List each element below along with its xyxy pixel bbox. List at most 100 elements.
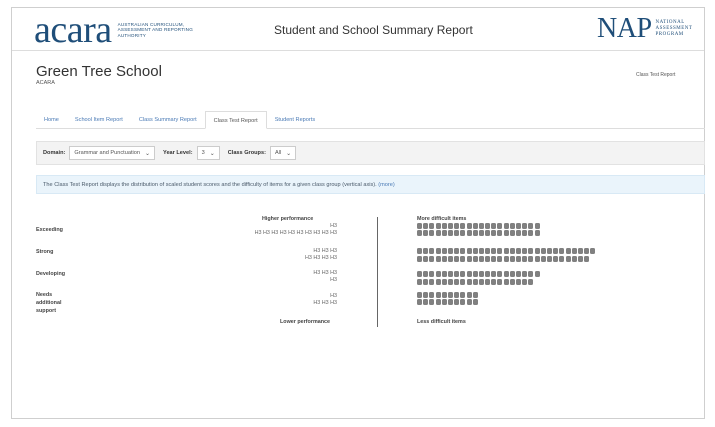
item-marker[interactable]	[441, 279, 447, 285]
current-report-link[interactable]: Class Test Report	[636, 72, 675, 78]
item-marker[interactable]	[528, 256, 534, 262]
item-marker[interactable]	[478, 248, 484, 254]
item-marker[interactable]	[429, 299, 435, 305]
item-marker[interactable]	[435, 223, 441, 229]
item-marker[interactable]	[435, 279, 441, 285]
item-marker[interactable]	[441, 230, 447, 236]
item-marker[interactable]	[417, 230, 422, 236]
item-marker[interactable]	[485, 256, 491, 262]
item-marker[interactable]	[447, 230, 453, 236]
item-marker[interactable]	[485, 279, 491, 285]
item-marker[interactable]	[447, 292, 453, 298]
item-marker[interactable]	[478, 279, 484, 285]
item-marker[interactable]	[466, 256, 472, 262]
item-marker[interactable]	[429, 292, 435, 298]
item-marker[interactable]	[540, 256, 546, 262]
item-marker[interactable]	[509, 223, 515, 229]
year-level-select[interactable]: 3 ⌄	[196, 146, 220, 160]
class-groups-select[interactable]: All ⌄	[269, 146, 297, 160]
item-marker[interactable]	[454, 256, 460, 262]
item-marker[interactable]	[454, 279, 460, 285]
item-marker[interactable]	[454, 223, 460, 229]
item-marker[interactable]	[460, 223, 466, 229]
item-marker[interactable]	[441, 271, 447, 277]
item-marker[interactable]	[584, 248, 590, 254]
item-marker[interactable]	[571, 248, 577, 254]
item-marker[interactable]	[472, 292, 478, 298]
item-marker[interactable]	[553, 248, 559, 254]
item-marker[interactable]	[472, 230, 478, 236]
item-marker[interactable]	[423, 299, 429, 305]
more-link[interactable]: (more)	[378, 182, 394, 188]
item-marker[interactable]	[528, 248, 534, 254]
item-marker[interactable]	[447, 256, 453, 262]
item-marker[interactable]	[466, 223, 472, 229]
item-marker[interactable]	[417, 299, 422, 305]
item-marker[interactable]	[472, 223, 478, 229]
item-marker[interactable]	[509, 230, 515, 236]
item-marker[interactable]	[454, 230, 460, 236]
item-marker[interactable]	[577, 256, 583, 262]
item-marker[interactable]	[503, 223, 509, 229]
item-marker[interactable]	[497, 256, 503, 262]
item-marker[interactable]	[472, 256, 478, 262]
item-marker[interactable]	[417, 279, 422, 285]
item-marker[interactable]	[417, 223, 422, 229]
item-marker[interactable]	[553, 256, 559, 262]
item-marker[interactable]	[522, 230, 528, 236]
item-marker[interactable]	[516, 248, 521, 254]
item-marker[interactable]	[435, 230, 441, 236]
item-marker[interactable]	[447, 299, 453, 305]
item-marker[interactable]	[546, 256, 552, 262]
item-marker[interactable]	[534, 271, 540, 277]
item-marker[interactable]	[429, 256, 435, 262]
item-marker[interactable]	[423, 223, 429, 229]
item-marker[interactable]	[472, 279, 478, 285]
item-marker[interactable]	[460, 279, 466, 285]
item-marker[interactable]	[571, 256, 577, 262]
item-marker[interactable]	[454, 292, 460, 298]
nap-logo[interactable]: NAP National Assessment Program	[597, 14, 704, 44]
item-marker[interactable]	[447, 223, 453, 229]
item-marker[interactable]	[516, 256, 521, 262]
item-marker[interactable]	[491, 271, 497, 277]
item-marker[interactable]	[516, 271, 521, 277]
item-marker[interactable]	[503, 230, 509, 236]
item-marker[interactable]	[522, 256, 528, 262]
item-marker[interactable]	[460, 256, 466, 262]
item-marker[interactable]	[423, 256, 429, 262]
item-marker[interactable]	[516, 223, 521, 229]
item-marker[interactable]	[435, 299, 441, 305]
item-marker[interactable]	[460, 230, 466, 236]
item-marker[interactable]	[435, 271, 441, 277]
item-marker[interactable]	[497, 223, 503, 229]
item-marker[interactable]	[460, 271, 466, 277]
item-marker[interactable]	[441, 292, 447, 298]
item-marker[interactable]	[565, 256, 571, 262]
tab-class-test-report[interactable]: Class Test Report	[204, 111, 267, 129]
item-marker[interactable]	[503, 248, 509, 254]
item-marker[interactable]	[528, 230, 534, 236]
item-marker[interactable]	[491, 223, 497, 229]
item-marker[interactable]	[454, 271, 460, 277]
item-marker[interactable]	[485, 271, 491, 277]
item-marker[interactable]	[441, 256, 447, 262]
item-marker[interactable]	[491, 279, 497, 285]
item-marker[interactable]	[497, 279, 503, 285]
item-marker[interactable]	[417, 248, 422, 254]
item-marker[interactable]	[435, 256, 441, 262]
item-marker[interactable]	[435, 248, 441, 254]
item-marker[interactable]	[460, 248, 466, 254]
item-marker[interactable]	[472, 299, 478, 305]
item-marker[interactable]	[466, 299, 472, 305]
item-marker[interactable]	[546, 248, 552, 254]
item-marker[interactable]	[441, 299, 447, 305]
tab-school-item-report[interactable]: School Item Report	[67, 111, 131, 129]
item-marker[interactable]	[429, 271, 435, 277]
item-marker[interactable]	[423, 271, 429, 277]
item-marker[interactable]	[516, 279, 521, 285]
item-marker[interactable]	[491, 230, 497, 236]
item-marker[interactable]	[417, 256, 422, 262]
domain-select[interactable]: Grammar and Punctuation ⌄	[69, 146, 156, 160]
tab-class-summary-report[interactable]: Class Summary Report	[131, 111, 205, 129]
